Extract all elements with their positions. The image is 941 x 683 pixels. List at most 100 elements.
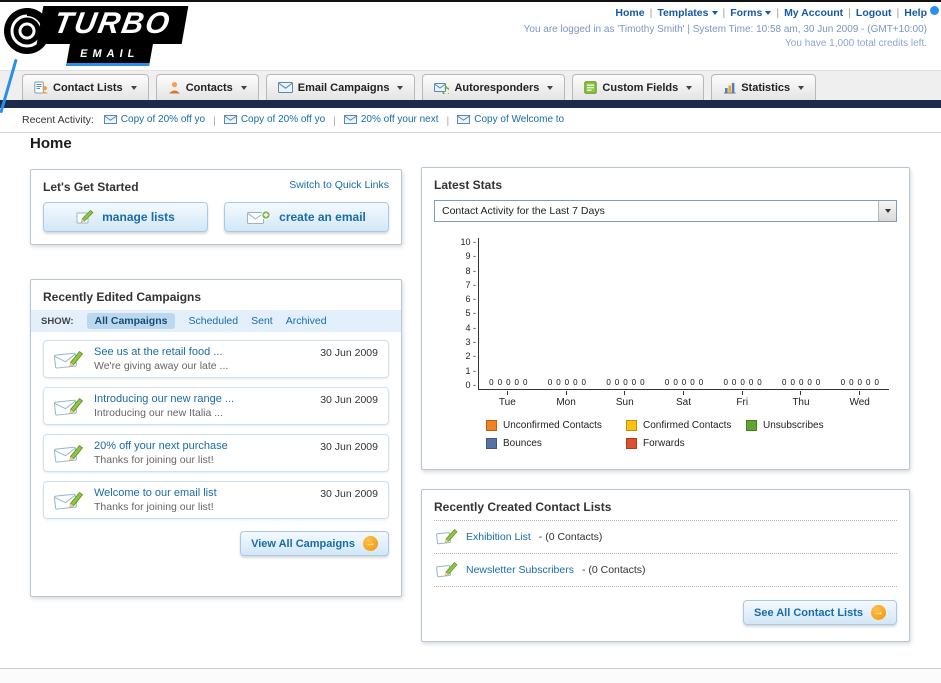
legend-color-swatch bbox=[626, 438, 637, 449]
series-value: 0 bbox=[740, 378, 745, 387]
list-pencil-icon bbox=[436, 561, 458, 579]
campaign-subtitle: Thanks for joining our list! bbox=[94, 501, 214, 513]
nav-tab-contacts[interactable]: Contacts bbox=[155, 74, 259, 100]
chevron-down-icon bbox=[240, 85, 247, 90]
separator: | bbox=[446, 114, 450, 127]
chevron-down-icon bbox=[711, 11, 718, 16]
x-tick-label: Thu bbox=[772, 391, 831, 408]
link-separator: | bbox=[848, 7, 851, 19]
filter-tab-sent[interactable]: Sent bbox=[251, 315, 273, 327]
y-tick-label: 2 - bbox=[465, 351, 476, 362]
header-link-logout[interactable]: Logout bbox=[856, 7, 892, 19]
chart-legend: Unconfirmed Contacts Confirmed Contacts Un… bbox=[486, 420, 909, 449]
link-separator: | bbox=[896, 7, 900, 19]
series-value: 0 bbox=[556, 378, 561, 387]
chevron-down-icon bbox=[397, 85, 404, 90]
legend-color-swatch bbox=[486, 420, 497, 431]
activity-item: Copy of 20% off yo bbox=[223, 114, 325, 125]
separator: | bbox=[213, 114, 216, 127]
chevron-down-icon bbox=[547, 85, 554, 90]
activity-item: Copy of Welcome to bbox=[457, 114, 564, 125]
header-link-templates[interactable]: Templates bbox=[657, 7, 718, 19]
header-link-forms[interactable]: Forms bbox=[730, 7, 772, 19]
contact-list-link[interactable]: Newsletter Subscribers bbox=[466, 564, 574, 576]
manage-lists-label: manage lists bbox=[102, 210, 175, 224]
activity-item: 20% off your next bbox=[343, 114, 439, 125]
series-value: 0 bbox=[497, 378, 503, 387]
link-separator: | bbox=[722, 7, 726, 19]
series-value: 0 bbox=[489, 378, 494, 387]
value-group-fri: 00000 bbox=[713, 378, 772, 387]
campaign-subtitle: Introducing our new Italia ... bbox=[94, 407, 223, 419]
legend-label: Unconfirmed Contacts bbox=[503, 420, 602, 431]
campaigns-title: Recently Edited Campaigns bbox=[43, 290, 202, 304]
nav-tab-label: Contacts bbox=[185, 81, 233, 94]
header-link-home[interactable]: Home bbox=[615, 7, 644, 19]
contact-list-link[interactable]: Exhibition List bbox=[466, 531, 531, 543]
legend-label: Unsubscribes bbox=[763, 420, 824, 431]
create-email-button[interactable]: create an email bbox=[224, 202, 389, 232]
create-email-label: create an email bbox=[279, 210, 366, 224]
nav-tab-label: Custom Fields bbox=[602, 81, 679, 94]
link-separator: | bbox=[649, 7, 653, 19]
series-value: 0 bbox=[614, 378, 620, 387]
series-value: 0 bbox=[623, 378, 628, 387]
envelope-pencil-icon bbox=[54, 347, 84, 371]
series-value: 0 bbox=[547, 378, 553, 387]
nav-tab-autoresponders[interactable]: Autoresponders bbox=[422, 74, 566, 100]
campaign-title-link[interactable]: Introducing our new range ... bbox=[94, 393, 234, 405]
series-value: 0 bbox=[681, 378, 687, 387]
see-all-contact-lists-button[interactable]: See All Contact Lists → bbox=[742, 600, 897, 625]
x-tick-label: Wed bbox=[830, 391, 889, 408]
filter-tab-archived[interactable]: Archived bbox=[286, 315, 327, 327]
contact-list-item: Exhibition List - (0 Contacts) bbox=[434, 521, 897, 554]
nav-tab-contact-lists[interactable]: Contact Lists bbox=[22, 74, 149, 100]
switch-quick-links-link[interactable]: Switch to Quick Links bbox=[289, 179, 389, 191]
campaign-item: Welcome to our email list Thanks for join… bbox=[43, 481, 389, 519]
app-window: TURBO EMAIL Home | Templates | Forms | My Acco… bbox=[0, 0, 941, 683]
y-tick-label: 5 - bbox=[465, 308, 476, 319]
view-all-campaigns-button[interactable]: View All Campaigns → bbox=[240, 531, 389, 556]
see-all-contact-lists-label: See All Contact Lists bbox=[753, 606, 863, 619]
credits-info: You have 1,000 total credits left. bbox=[785, 38, 927, 49]
value-group-wed: 00000 bbox=[830, 378, 889, 387]
x-tick-label: Sat bbox=[654, 391, 713, 408]
series-value: 0 bbox=[673, 378, 678, 387]
logo-banner: TURBO bbox=[36, 6, 189, 44]
series-value: 0 bbox=[782, 378, 787, 387]
custom-fields-icon bbox=[584, 81, 598, 94]
contacts-icon bbox=[168, 81, 181, 94]
campaign-item: 20% off your next purchase Thanks for joi… bbox=[43, 434, 389, 472]
logo-substrip: EMAIL bbox=[66, 44, 154, 66]
activity-link[interactable]: Copy of 20% off yo bbox=[241, 114, 325, 125]
campaign-title-link[interactable]: Welcome to our email list bbox=[94, 487, 217, 499]
series-value: 0 bbox=[522, 378, 528, 387]
header-link-my-account[interactable]: My Account bbox=[784, 7, 843, 19]
campaign-text: Welcome to our email list Thanks for join… bbox=[94, 487, 217, 513]
series-value: 0 bbox=[874, 378, 879, 387]
email-campaigns-icon bbox=[277, 82, 293, 93]
legend-color-swatch bbox=[746, 420, 757, 431]
filter-tab-scheduled[interactable]: Scheduled bbox=[188, 315, 238, 327]
campaign-title-link[interactable]: 20% off your next purchase bbox=[94, 440, 228, 452]
nav-tab-custom-fields[interactable]: Custom Fields bbox=[572, 74, 705, 100]
chart-x-axis: Tue Mon Sun Sat Fri Thu Wed bbox=[478, 391, 889, 408]
campaign-title-link[interactable]: See us at the retail food ... bbox=[94, 346, 228, 358]
header-link-help[interactable]: Help bbox=[904, 7, 927, 19]
stats-range-select[interactable]: Contact Activity for the Last 7 Days bbox=[434, 200, 897, 222]
activity-link[interactable]: Copy of Welcome to bbox=[474, 114, 564, 125]
activity-link[interactable]: Copy of 20% off yo bbox=[121, 114, 205, 125]
arrow-right-icon: → bbox=[363, 536, 378, 551]
nav-tab-statistics[interactable]: Statistics bbox=[711, 74, 817, 100]
series-value: 0 bbox=[506, 378, 511, 387]
nav-tab-email-campaigns[interactable]: Email Campaigns bbox=[265, 74, 416, 100]
activity-link[interactable]: 20% off your next bbox=[361, 114, 439, 125]
series-value: 0 bbox=[690, 378, 695, 387]
campaign-text: 20% off your next purchase Thanks for joi… bbox=[94, 440, 228, 466]
envelope-pencil-icon bbox=[54, 394, 84, 418]
envelope-plus-icon bbox=[247, 209, 271, 225]
filter-tab-all-campaigns[interactable]: All Campaigns bbox=[86, 313, 176, 329]
manage-lists-button[interactable]: manage lists bbox=[43, 202, 208, 232]
value-group-thu: 00000 bbox=[772, 378, 831, 387]
envelope-icon bbox=[223, 114, 237, 124]
